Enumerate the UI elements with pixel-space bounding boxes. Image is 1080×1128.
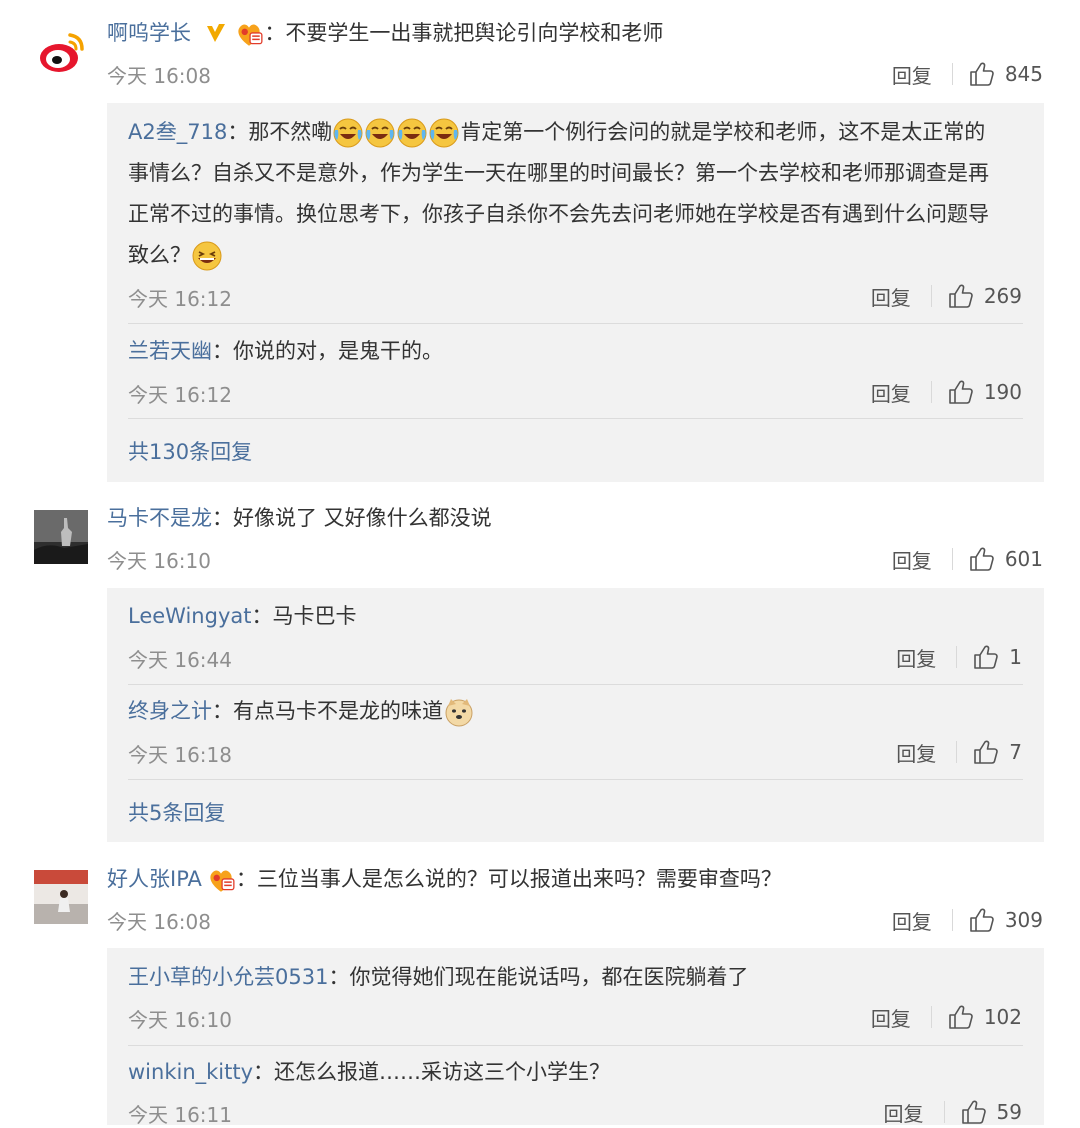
reply-actions: 回复 102 xyxy=(871,1002,1022,1032)
reply-button[interactable]: 回复 xyxy=(871,1003,911,1032)
like-count: 1 xyxy=(1009,645,1022,669)
comment-username[interactable]: 好人张IPA xyxy=(107,867,202,891)
reply-time: 今天 16:10 xyxy=(128,1008,232,1032)
divider xyxy=(951,548,953,570)
comment-text: 不要学生一出事就把舆论引向学校和老师 xyxy=(285,21,664,45)
more-replies-link[interactable]: 共130条回复 xyxy=(128,436,252,466)
reply-actions: 回复 1 xyxy=(896,642,1022,672)
avatar[interactable] xyxy=(34,870,88,924)
reply-actions: 回复 59 xyxy=(884,1097,1022,1127)
reply-time: 今天 16:44 xyxy=(128,648,232,672)
reply-actions: 回复 190 xyxy=(871,377,1022,407)
tears-of-joy-emoji xyxy=(332,117,364,149)
comment-body: 啊呜学长 ：不要学生一出事就把舆论引向学校和老师 xyxy=(107,18,1060,48)
reply-username[interactable]: A2叁_718 xyxy=(128,120,227,144)
comment-username[interactable]: 马卡不是龙 xyxy=(107,506,212,530)
comment-actions: 回复 309 xyxy=(892,905,1043,935)
thumbs-up-icon[interactable] xyxy=(948,379,974,405)
reply-item: A2叁_718：那不然嘞 肯定第一个例行会问的就是学校和老师，这不是太正常的 事情… xyxy=(128,112,1024,276)
thumbs-up-icon[interactable] xyxy=(969,546,995,572)
avatar[interactable] xyxy=(34,510,88,564)
reply-username[interactable]: LeeWingyat xyxy=(128,604,251,628)
like-count: 102 xyxy=(983,1005,1022,1029)
comment-time: 今天 16:10 xyxy=(107,549,211,573)
reply-divider xyxy=(128,323,1023,324)
reply-button[interactable]: 回复 xyxy=(896,738,936,767)
comment-username[interactable]: 啊呜学长 xyxy=(107,21,191,45)
weibo-logo-avatar[interactable] xyxy=(34,25,88,79)
like-count: 269 xyxy=(983,284,1022,308)
reply-item: 王小草的小允芸0531：你觉得她们现在能说话吗，都在医院躺着了 xyxy=(128,965,749,989)
replies-box: 王小草的小允芸0531：你觉得她们现在能说话吗，都在医院躺着了 今天 16:10… xyxy=(107,948,1044,1127)
thumbs-up-icon[interactable] xyxy=(969,907,995,933)
reply-divider xyxy=(128,684,1023,685)
reply-time: 今天 16:12 xyxy=(128,287,232,311)
reply-divider xyxy=(128,418,1023,419)
like-count: 190 xyxy=(983,380,1022,404)
comment-actions: 回复 601 xyxy=(892,544,1043,574)
replies-box: LeeWingyat：马卡巴卡 今天 16:44 回复 1 终身之计：有点马卡不… xyxy=(107,588,1044,842)
reply-button[interactable]: 回复 xyxy=(896,643,936,672)
reply-time: 今天 16:18 xyxy=(128,743,232,767)
comment-time: 今天 16:08 xyxy=(107,910,211,934)
replies-box: A2叁_718：那不然嘞 肯定第一个例行会问的就是学校和老师，这不是太正常的 事情… xyxy=(107,103,1044,482)
fan-badge-icon xyxy=(206,866,236,894)
like-count: 309 xyxy=(1004,908,1043,932)
tears-of-joy-emoji xyxy=(428,117,460,149)
thumbs-up-icon[interactable] xyxy=(961,1099,987,1125)
verified-v-icon xyxy=(206,24,225,42)
like-count: 7 xyxy=(1009,740,1022,764)
comment-body: 好人张IPA ：三位当事人是怎么说的？可以报道出来吗？需要审查吗？ xyxy=(107,864,1060,894)
reply-button[interactable]: 回复 xyxy=(871,378,911,407)
comment-body: 马卡不是龙：好像说了 又好像什么都没说 xyxy=(107,506,492,530)
like-count: 59 xyxy=(996,1100,1022,1124)
reply-item: 终身之计：有点马卡不是龙的味道 xyxy=(128,691,1024,732)
doge-emoji xyxy=(443,696,475,728)
thumbs-up-icon[interactable] xyxy=(973,644,999,670)
tears-of-joy-emoji xyxy=(396,117,428,149)
fan-badge-icon xyxy=(234,20,264,48)
divider xyxy=(930,285,932,307)
reply-button[interactable]: 回复 xyxy=(884,1098,924,1127)
comment-time: 今天 16:08 xyxy=(107,64,211,88)
laughing-emoji xyxy=(191,240,223,272)
reply-button[interactable]: 回复 xyxy=(892,545,932,574)
divider xyxy=(956,741,958,763)
thumbs-up-icon[interactable] xyxy=(973,739,999,765)
comment-actions: 回复 845 xyxy=(892,59,1043,89)
divider xyxy=(951,63,953,85)
thumbs-up-icon[interactable] xyxy=(948,1004,974,1030)
reply-divider xyxy=(128,1045,1023,1046)
reply-item: 兰若天幽：你说的对，是鬼干的。 xyxy=(128,339,443,363)
like-count: 601 xyxy=(1004,547,1043,571)
divider xyxy=(956,646,958,668)
divider xyxy=(930,381,932,403)
tears-of-joy-emoji xyxy=(364,117,396,149)
reply-actions: 回复 7 xyxy=(896,737,1022,767)
thumbs-up-icon[interactable] xyxy=(969,61,995,87)
reply-button[interactable]: 回复 xyxy=(892,906,932,935)
divider xyxy=(930,1006,932,1028)
more-replies-link[interactable]: 共5条回复 xyxy=(128,797,225,827)
thumbs-up-icon[interactable] xyxy=(948,283,974,309)
comment-text: 三位当事人是怎么说的？可以报道出来吗？需要审查吗？ xyxy=(256,867,782,891)
reply-item: LeeWingyat：马卡巴卡 xyxy=(128,604,357,628)
reply-username[interactable]: 终身之计 xyxy=(128,699,212,723)
reply-username[interactable]: 王小草的小允芸0531 xyxy=(128,965,328,989)
reply-time: 今天 16:12 xyxy=(128,383,232,407)
reply-button[interactable]: 回复 xyxy=(892,60,932,89)
reply-button[interactable]: 回复 xyxy=(871,282,911,311)
like-count: 845 xyxy=(1004,62,1043,86)
divider xyxy=(951,909,953,931)
reply-time: 今天 16:11 xyxy=(128,1103,232,1127)
reply-divider xyxy=(128,779,1023,780)
reply-item: winkin_kitty：还怎么报道……采访这三个小学生？ xyxy=(128,1060,611,1084)
comment-text: 好像说了 又好像什么都没说 xyxy=(233,506,492,530)
divider xyxy=(943,1101,945,1123)
reply-username[interactable]: winkin_kitty xyxy=(128,1060,253,1084)
reply-actions: 回复 269 xyxy=(871,281,1022,311)
reply-username[interactable]: 兰若天幽 xyxy=(128,339,212,363)
